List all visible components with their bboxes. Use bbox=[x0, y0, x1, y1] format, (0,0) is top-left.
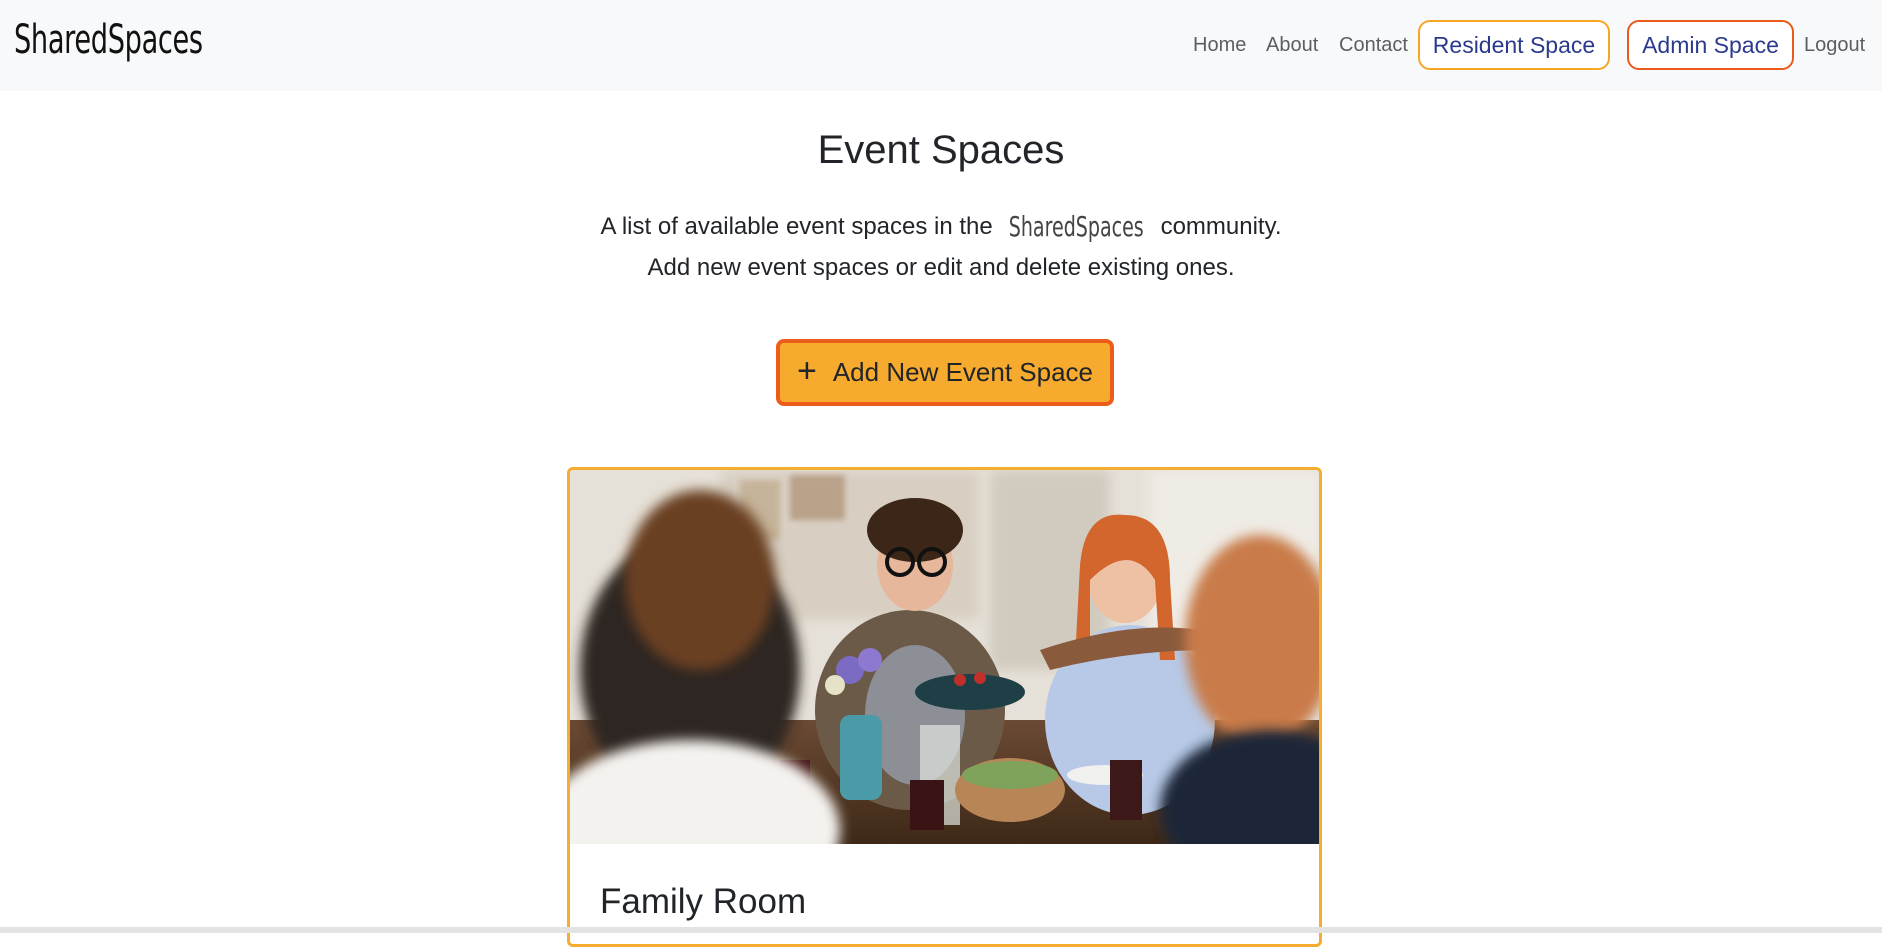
nav-about-link[interactable]: About bbox=[1266, 34, 1318, 57]
intro-text-after-brand: community. bbox=[1153, 213, 1282, 240]
event-space-title: Family Room bbox=[600, 882, 807, 921]
add-new-event-space-button[interactable]: + Add New Event Space bbox=[776, 339, 1114, 406]
nav-home-link[interactable]: Home bbox=[1193, 34, 1246, 57]
inline-brand-name: SharedSpaces bbox=[1009, 210, 1145, 243]
add-button-label: Add New Event Space bbox=[832, 357, 1093, 387]
resident-space-button[interactable]: Resident Space bbox=[1418, 20, 1610, 70]
admin-space-button[interactable]: Admin Space bbox=[1627, 20, 1794, 70]
event-space-card[interactable]: Family Room bbox=[567, 467, 1322, 947]
page-title: Event Spaces bbox=[817, 128, 1065, 172]
event-space-image bbox=[570, 470, 1319, 844]
nav-contact-link[interactable]: Contact bbox=[1339, 34, 1408, 57]
intro-text-line-2: Add new event spaces or edit and delete … bbox=[647, 254, 1235, 281]
plus-icon: + bbox=[796, 351, 817, 390]
intro-text-before-brand: A list of available event spaces in the bbox=[600, 213, 1000, 240]
navbar: SharedSpaces Home About Contact Resident… bbox=[0, 0, 1882, 91]
nav-logout-link[interactable]: Logout bbox=[1804, 34, 1865, 57]
dining-scene-illustration bbox=[570, 470, 1319, 844]
bottom-border bbox=[0, 927, 1882, 933]
brand-logo[interactable]: SharedSpaces bbox=[14, 17, 203, 63]
intro-text-line-1: A list of available event spaces in the … bbox=[0, 210, 1882, 243]
